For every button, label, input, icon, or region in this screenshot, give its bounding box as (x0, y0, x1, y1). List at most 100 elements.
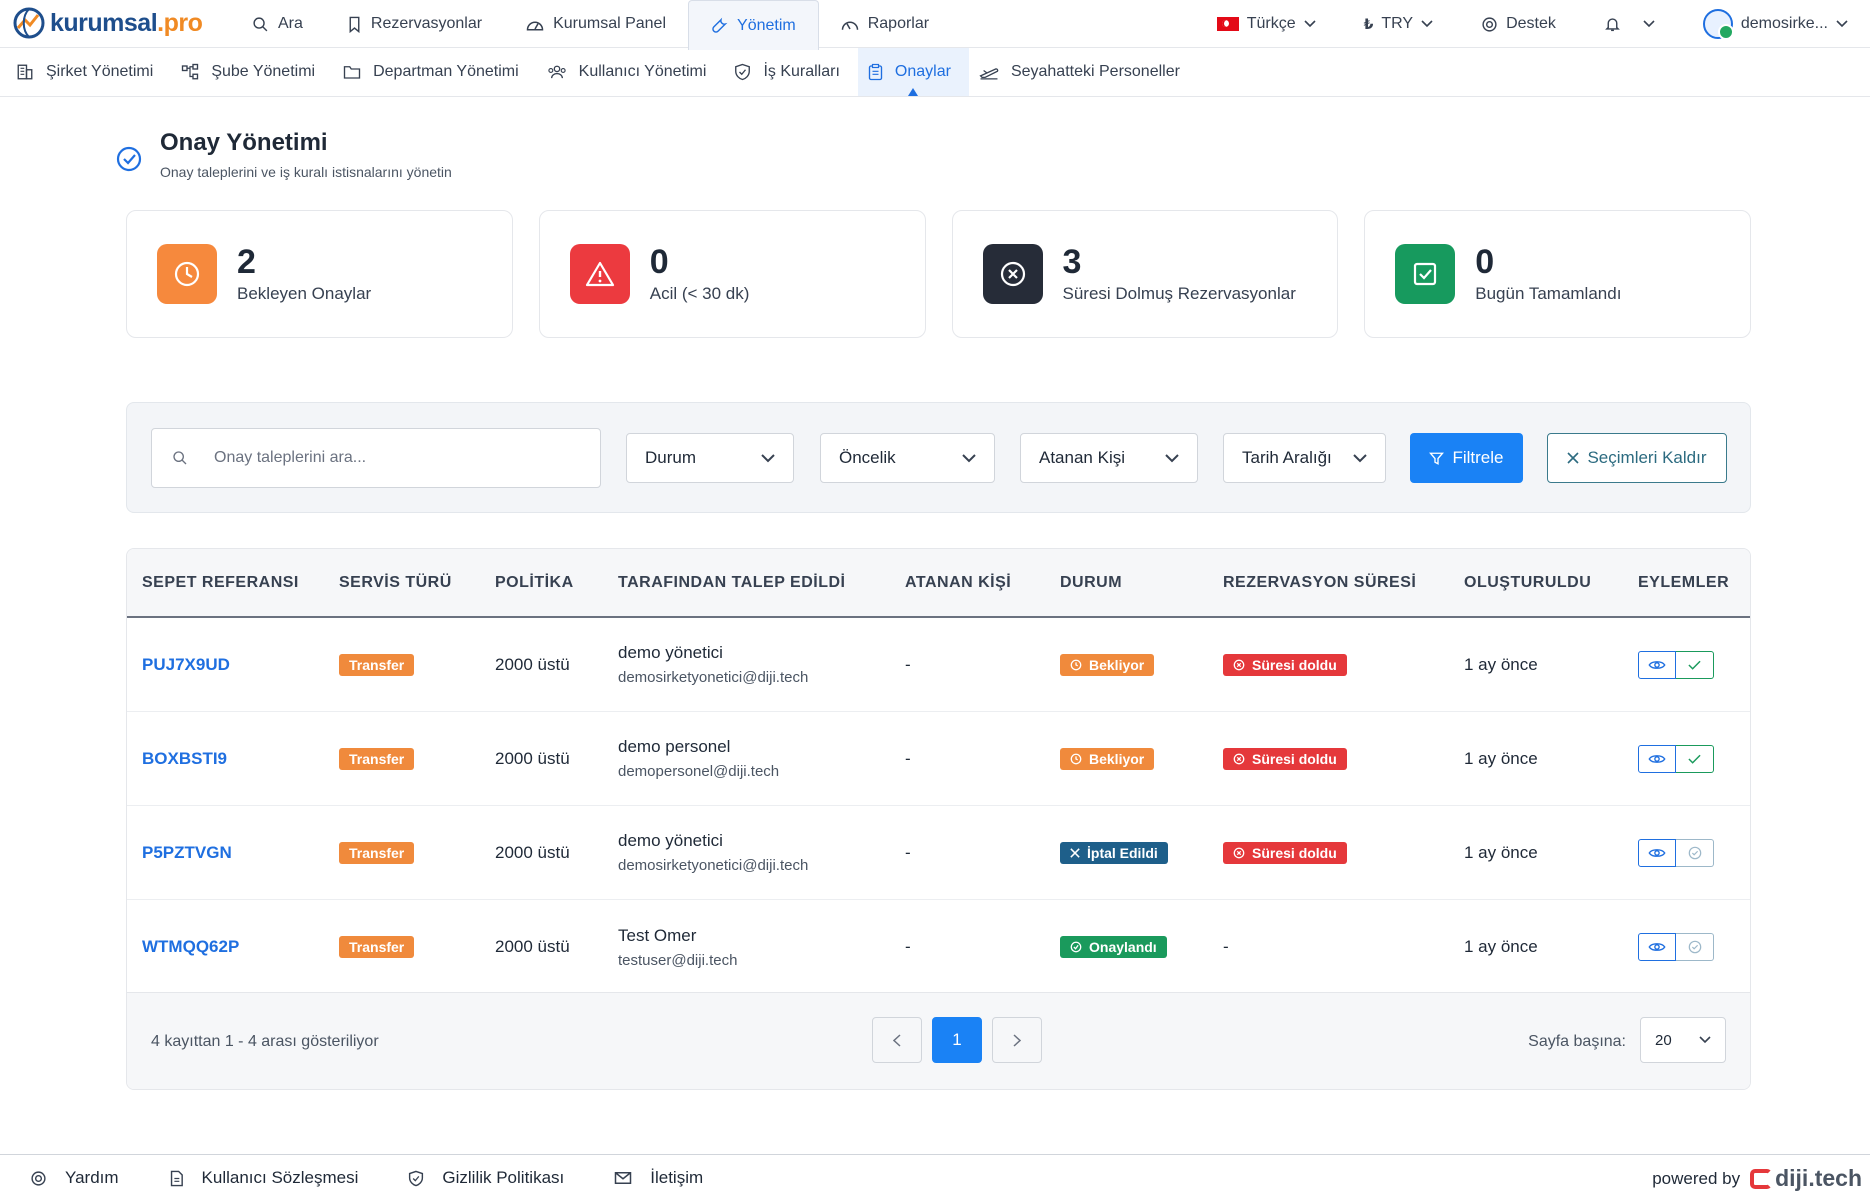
stat-card-expired: 3 Süresi Dolmuş Rezervasyonlar (951, 210, 1339, 338)
status-text: Onaylandı (1089, 939, 1157, 955)
stat-icon-box (569, 244, 630, 304)
row-actions (1638, 744, 1714, 773)
check-icon (1688, 754, 1701, 764)
footer-help-link[interactable]: Yardım (0, 1168, 139, 1188)
subnav-seyahatteki-personeller[interactable]: Seyahatteki Personeller (969, 48, 1198, 96)
footer-contact-link[interactable]: İletişim (584, 1168, 723, 1188)
policy-cell: 2000 üstü (495, 937, 570, 956)
footer-privacy-link[interactable]: Gizlilik Politikası (378, 1168, 584, 1188)
service-badge: Transfer (339, 936, 415, 958)
eye-icon (1648, 847, 1666, 859)
tab-rezervasyonlar[interactable]: Rezervasyonlar (325, 0, 504, 48)
clear-selections-button[interactable]: Seçimleri Kaldır (1547, 433, 1727, 483)
notifications-button[interactable] (1580, 15, 1679, 33)
duration-text: Süresi doldu (1252, 750, 1337, 767)
subnav-kullanici-yonetimi[interactable]: Kullanıcı Yönetimi (537, 48, 725, 96)
view-button[interactable] (1638, 650, 1676, 679)
header-cart-reference: SEPET REFERANSI (142, 573, 299, 591)
tab-ara[interactable]: Ara (230, 0, 325, 48)
service-badge: Transfer (339, 747, 415, 770)
per-page-select[interactable]: 20 (1640, 1017, 1726, 1063)
user-menu[interactable]: demosirke... (1679, 9, 1852, 40)
powered-by: powered by diji.tech (1652, 1165, 1862, 1192)
status-select-label: Durum (645, 448, 697, 467)
approve-button-disabled (1676, 933, 1714, 961)
diji-tech-logo[interactable]: diji.tech (1750, 1165, 1862, 1192)
view-button[interactable] (1638, 744, 1676, 773)
chevron-down-icon (1165, 453, 1179, 463)
subnav-is-kurallari[interactable]: İş Kuralları (724, 48, 857, 96)
shield-icon (408, 1170, 424, 1187)
subnav-label: Şirket Yönetimi (46, 63, 154, 80)
page-title: Onay Yönetimi (160, 129, 328, 156)
date-range-select-label: Tarih Aralığı (1242, 448, 1332, 467)
warning-icon (585, 260, 615, 288)
next-page-button[interactable] (992, 1017, 1042, 1063)
chevron-down-icon (1421, 20, 1433, 28)
view-button[interactable] (1638, 933, 1676, 961)
date-range-select[interactable]: Tarih Aralığı (1223, 433, 1386, 483)
page-footer: Yardım Kullanıcı Sözleşmesi Gizlilik Pol… (0, 1154, 1870, 1201)
cart-reference-link[interactable]: BOXBSTI9 (142, 749, 227, 769)
duration-badge: Süresi doldu (1223, 747, 1347, 770)
tab-label: Kurumsal Panel (553, 15, 667, 32)
turkey-flag-icon (1216, 17, 1239, 31)
stat-value: 0 (1475, 243, 1495, 281)
requester-cell: Test Omer testuser@diji.tech (618, 926, 737, 969)
assignee-select[interactable]: Atanan Kişi (1020, 433, 1198, 483)
subnav-departman-yonetimi[interactable]: Departman Yönetimi (333, 48, 537, 96)
subnav-sube-yonetimi[interactable]: Şube Yönetimi (171, 48, 333, 96)
status-text: Bekliyor (1089, 656, 1145, 673)
footer-user-agreement-link[interactable]: Kullanıcı Sözleşmesi (139, 1168, 379, 1188)
brand-logo[interactable]: kurumsal.pro (12, 6, 203, 40)
tab-kurumsal-panel[interactable]: Kurumsal Panel (504, 0, 688, 48)
chevron-down-icon (1643, 20, 1655, 28)
subnav-onaylar[interactable]: Onaylar (857, 48, 969, 96)
mail-icon (614, 1171, 632, 1185)
footer-link-label: İletişim (650, 1168, 704, 1187)
status-select[interactable]: Durum (626, 433, 794, 483)
tab-yonetim[interactable]: Yönetim (688, 0, 819, 50)
approve-button[interactable] (1676, 650, 1714, 679)
table-row: WTMQQ62P Transfer 2000 üstü Test Omer te… (127, 900, 1750, 994)
shield-check-icon (734, 63, 751, 81)
approve-button[interactable] (1676, 744, 1714, 773)
diji-brand-text: diji.tech (1775, 1165, 1862, 1191)
filter-button[interactable]: Filtrele (1410, 433, 1523, 483)
x-circle-icon (1233, 659, 1245, 671)
check-circle-icon (1688, 940, 1702, 954)
stat-value: 0 (649, 243, 669, 281)
cart-reference-link[interactable]: PUJ7X9UD (142, 655, 230, 675)
prev-page-button[interactable] (872, 1017, 922, 1063)
header-service-type: SERVİS TÜRÜ (339, 573, 452, 591)
priority-select[interactable]: Öncelik (820, 433, 995, 483)
requester-cell: demo yönetici demosirketyonetici@diji.te… (618, 643, 808, 686)
filter-button-label: Filtrele (1452, 448, 1504, 467)
tab-label: Ara (278, 15, 303, 32)
page-subtitle: Onay taleplerini ve iş kuralı istisnalar… (160, 164, 452, 180)
chevron-down-icon (1304, 20, 1316, 28)
subnav-sirket-yonetimi[interactable]: Şirket Yönetimi (6, 48, 171, 96)
users-icon (547, 64, 567, 80)
lifebuoy-icon (1481, 16, 1498, 33)
tab-label: Raporlar (867, 15, 930, 32)
stat-card-urgent: 0 Acil (< 30 dk) (538, 210, 926, 338)
stat-cards: 2 Bekleyen Onaylar 0 Acil (< 30 dk) 3 Sü… (126, 210, 1751, 338)
page-button-current[interactable]: 1 (932, 1017, 982, 1063)
pagination: 1 (872, 1017, 1042, 1063)
view-button[interactable] (1638, 838, 1676, 867)
currency-select[interactable]: ₺ TRY (1340, 15, 1457, 33)
support-link[interactable]: Destek (1457, 15, 1580, 33)
per-page-value: 20 (1655, 1031, 1672, 1049)
cart-reference-link[interactable]: P5PZTVGN (142, 843, 232, 863)
stat-card-pending: 2 Bekleyen Onaylar (126, 210, 513, 338)
clock-icon (172, 259, 202, 289)
search-input[interactable] (214, 449, 574, 467)
clear-button-label: Seçimleri Kaldır (1587, 448, 1707, 467)
check-circle-icon (116, 138, 142, 180)
tab-raporlar[interactable]: Raporlar (819, 0, 951, 48)
cart-reference-link[interactable]: WTMQQ62P (142, 937, 239, 957)
status-badge: Bekliyor (1060, 747, 1155, 770)
lifebuoy-icon (30, 1170, 47, 1187)
language-select[interactable]: Türkçe (1193, 15, 1340, 33)
